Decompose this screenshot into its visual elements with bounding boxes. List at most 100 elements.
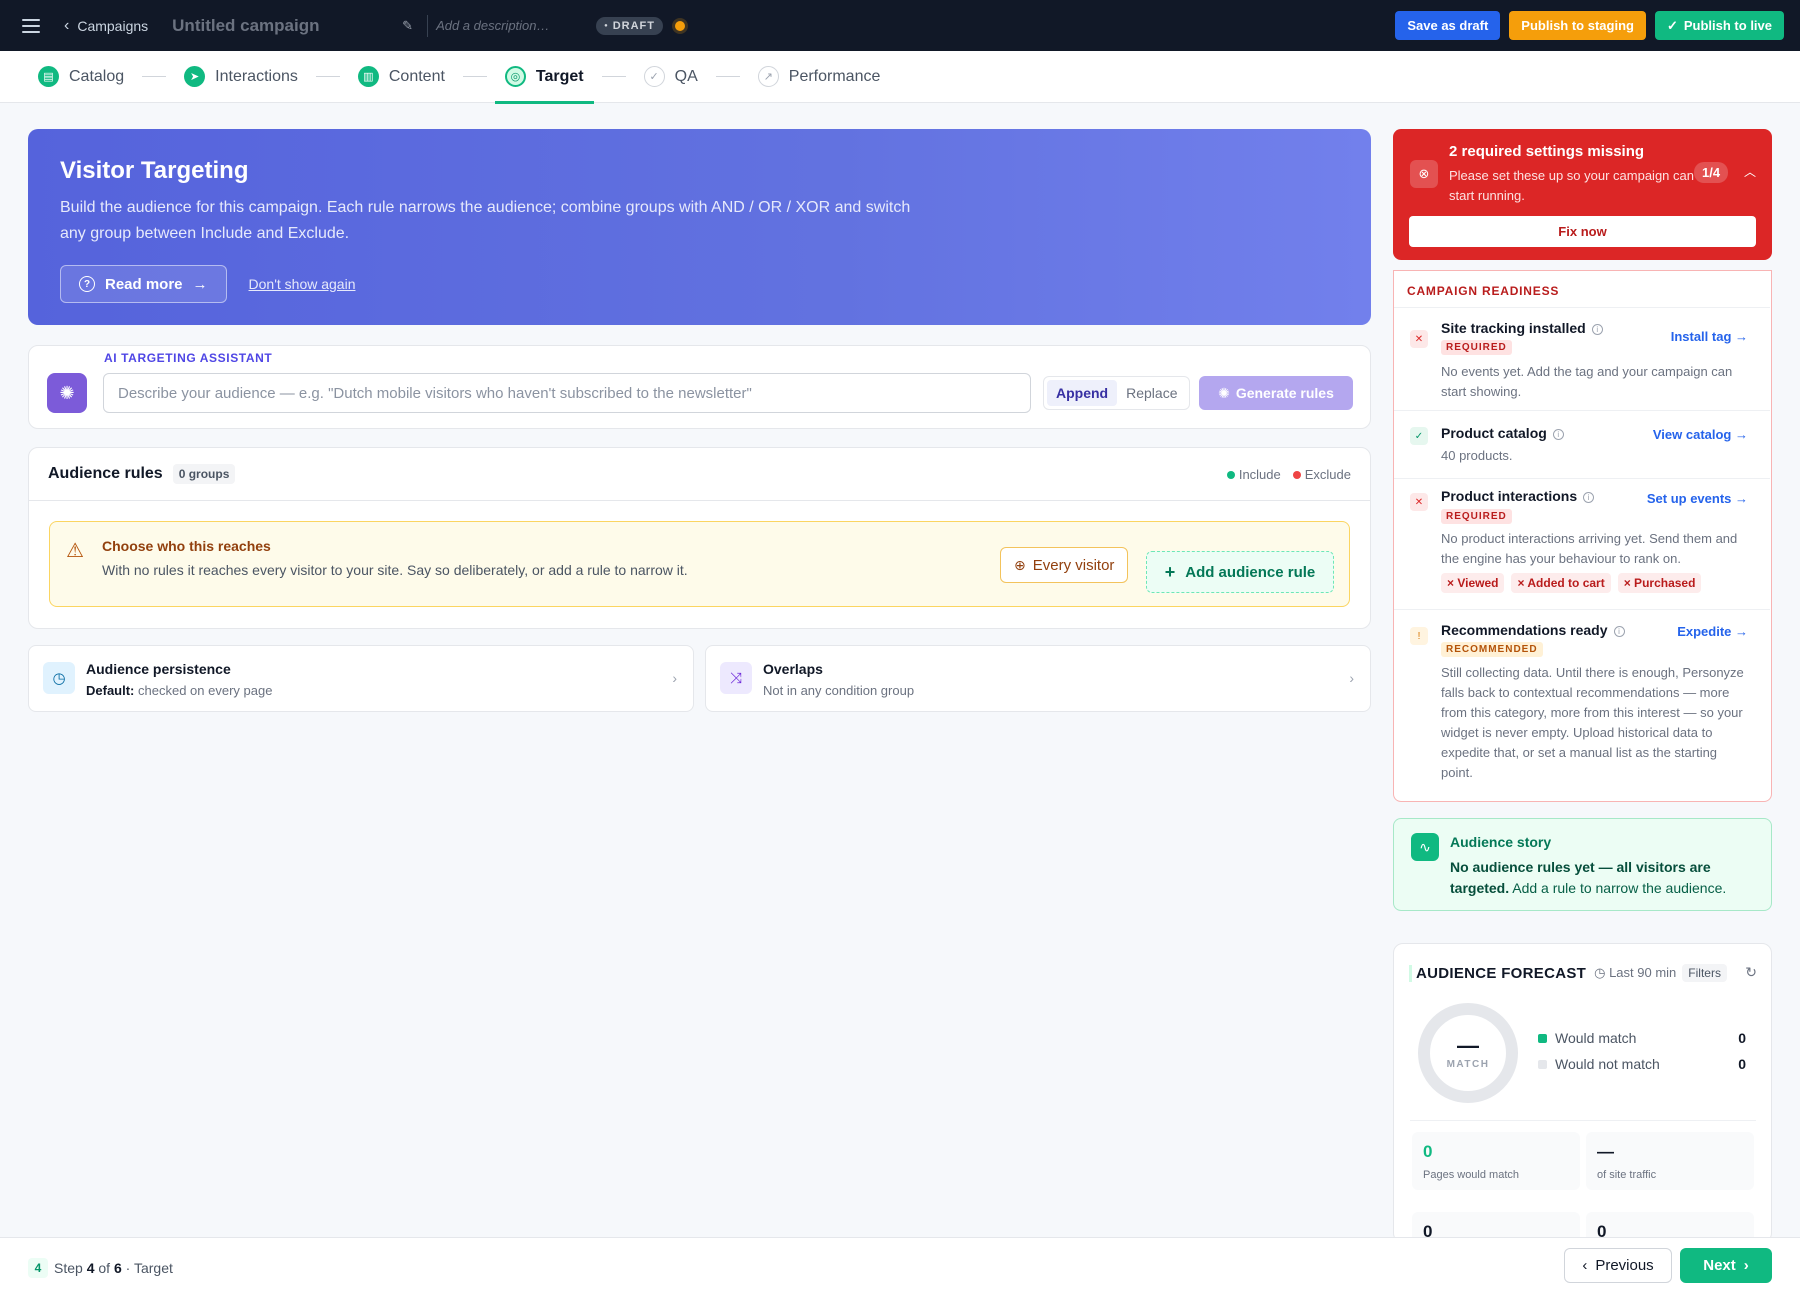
publish-staging-button[interactable]: Publish to staging [1509,11,1646,40]
info-icon: i [1552,429,1564,440]
filters-button[interactable]: Filters [1682,964,1727,982]
readiness-item-title: Product interactions i [1441,488,1595,504]
recommended-badge: RECOMMENDED [1441,642,1543,657]
readiness-item-recommendations: ! Recommendations ready i RECOMMENDED Exp… [1394,609,1770,800]
chevron-left-icon: ‹ [1582,1257,1588,1274]
menu-icon[interactable] [22,18,40,33]
replace-option[interactable]: Replace [1117,380,1186,406]
view-catalog-link[interactable]: View catalog → [1653,427,1748,442]
refresh-icon[interactable]: ↻ [1745,964,1757,981]
step-interactions[interactable]: ➤ Interactions [184,51,298,103]
ai-assistant-label: AI TARGETING ASSISTANT [104,351,273,365]
divider [1410,1120,1756,1121]
step-target[interactable]: ◎ Target [494,51,594,104]
target-icon: ◎ [504,66,526,87]
required-badge: REQUIRED [1441,340,1512,355]
next-button[interactable]: Next › [1680,1248,1772,1283]
x-icon: ✕ [1410,330,1428,348]
generate-rules-button[interactable]: ✺ Generate rules [1199,376,1353,410]
step-content[interactable]: ▥ Content [357,51,445,103]
document-icon: ▥ [357,66,379,87]
readiness-item-site-tracking: ✕ Site tracking installed i REQUIRED Inst… [1394,307,1770,410]
catalog-icon: ▤ [38,66,59,87]
audience-story-card: ∿ Audience story No audience rules yet —… [1393,818,1772,911]
dont-show-again-link[interactable]: Don't show again [249,276,356,292]
step-connector [315,76,340,77]
shuffle-icon: ⤨ [720,662,752,694]
expedite-link[interactable]: Expedite → [1677,624,1748,639]
step-label: Interactions [215,67,298,85]
missing-settings-alert: ⊗ 2 required settings missing Please set… [1393,129,1772,260]
audience-persistence-card[interactable]: ◷ Audience persistence Default: checked … [28,645,694,712]
previous-button[interactable]: ‹ Previous [1564,1248,1672,1283]
install-tag-link[interactable]: Install tag → [1671,329,1748,344]
check-icon: ✓ [1666,17,1678,33]
info-icon: i [1613,626,1625,637]
warning-text: With no rules it reaches every visitor t… [102,562,688,578]
no-rules-warning: ⚠ Choose who this reaches With no rules … [49,521,1350,607]
legend-include: Include [1226,467,1281,482]
divider [427,14,429,37]
save-draft-button[interactable]: Save as draft [1395,11,1501,40]
step-performance[interactable]: ↗ Performance [757,51,881,103]
append-option[interactable]: Append [1047,380,1118,406]
step-connector [142,76,167,77]
alert-counter: 1/4 [1694,162,1729,183]
back-to-campaigns-link[interactable]: ‹ Campaigns [64,17,148,35]
story-text: No audience rules yet — all visitors are… [1450,859,1727,896]
unsaved-indicator [674,20,685,31]
read-more-button[interactable]: ? Read more → [60,265,227,303]
missing-events-list: × Viewed × Added to cart × Purchased [1441,573,1702,593]
info-icon: i [1583,492,1595,503]
persistence-title: Audience persistence [86,661,231,677]
forecast-window: ◷ Last 90 min [1594,965,1677,980]
publish-live-label: Publish to live [1683,18,1772,33]
publish-live-button[interactable]: ✓ Publish to live [1654,11,1784,40]
next-label: Next [1703,1257,1736,1274]
audience-rules-title: Audience rules [48,465,163,482]
alert-text: Please set these up so your campaign can… [1449,168,1694,203]
sparkle-icon: ✺ [1218,384,1230,401]
readiness-item-product-catalog: ✓ Product catalog i View catalog → 40 pro… [1394,410,1770,478]
check-icon: ✓ [1410,427,1428,445]
set-up-events-link[interactable]: Set up events → [1647,491,1748,506]
event-chip-purchased: × Purchased [1617,573,1702,593]
description-field[interactable]: Add a description… [436,18,596,33]
readiness-item-text: No events yet. Add the tag and your camp… [1441,364,1733,399]
overlaps-value: Not in any condition group [763,683,915,698]
step-label: Content [388,67,445,85]
step-connector [462,76,487,77]
readiness-item-title: Recommendations ready i [1441,622,1625,638]
pencil-icon[interactable]: ✎ [402,18,413,34]
read-more-label: Read more [105,275,183,293]
site-traffic-stat: — of site traffic [1586,1132,1754,1190]
add-audience-rule-button[interactable]: + Add audience rule [1146,551,1334,593]
info-icon: i [1591,324,1603,335]
alert-title: 2 required settings missing [1449,143,1645,160]
readiness-item-title: Product catalog i [1441,425,1564,441]
step-qa[interactable]: ✓ QA [643,51,698,103]
chevron-up-icon[interactable]: ︿ [1744,163,1756,180]
audience-forecast-card: AUDIENCE FORECAST ◷ Last 90 min Filters … [1393,943,1772,1243]
campaign-title[interactable]: Untitled campaign [172,16,402,36]
step-label: Performance [788,67,881,85]
overlaps-card[interactable]: ⤨ Overlaps Not in any condition group › [705,645,1371,712]
step-connector [601,76,626,77]
step-catalog[interactable]: ▤ Catalog [38,51,124,103]
cursor-icon: ➤ [184,66,206,87]
legend-would-match: Would match 0 [1538,1030,1746,1046]
donut-label: MATCH [1446,1058,1490,1070]
fix-now-button[interactable]: Fix now [1409,216,1756,247]
exclamation-icon: ! [1410,627,1428,645]
audience-description-input[interactable] [103,373,1031,413]
warning-title: Choose who this reaches [102,538,271,554]
status-badge: DRAFT [596,16,663,35]
overlaps-title: Overlaps [763,661,823,677]
stat-value: 0 [1423,1142,1433,1161]
help-icon: ? [79,276,95,292]
every-visitor-label: Every visitor [1032,556,1115,574]
event-chip-added-to-cart: × Added to cart [1511,573,1611,593]
pulse-icon: ∿ [1411,833,1439,861]
every-visitor-button[interactable]: ⊕ Every visitor [1000,547,1129,583]
banner-text: Build the audience for this campaign. Ea… [60,199,911,242]
